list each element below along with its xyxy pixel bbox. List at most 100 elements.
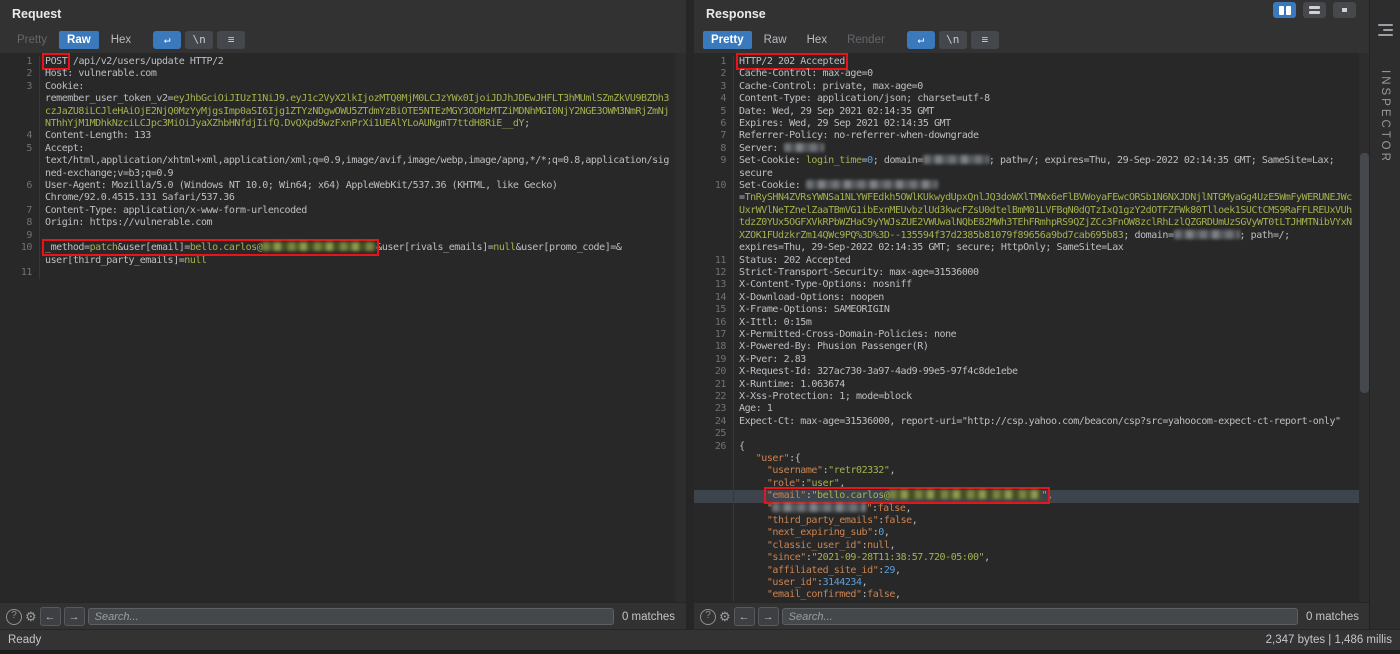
columns-view-button[interactable] (1273, 2, 1296, 18)
request-panel: Request Pretty Raw Hex ↵ \n ≡ 1POST /api… (0, 0, 686, 630)
single-view-button[interactable] (1333, 2, 1356, 18)
wrap-toggle-icon[interactable]: ↵ (153, 31, 181, 49)
request-tab-hex[interactable]: Hex (103, 31, 139, 49)
line-number: 19 (694, 354, 734, 366)
status-bar: Ready 2,347 bytes | 1,486 millis (0, 629, 1400, 650)
code-line: 2Cache-Control: max-age=0 (694, 68, 1370, 80)
request-tab-raw[interactable]: Raw (59, 31, 99, 49)
line-number: 6 (694, 118, 734, 130)
code-line: 11 (0, 267, 686, 279)
code-line: 3Cache-Control: private, max-age=0 (694, 81, 1370, 93)
code-line: 7Referrer-Policy: no-referrer-when-downg… (694, 130, 1370, 142)
line-number: 17 (694, 329, 734, 341)
line-number (694, 589, 734, 601)
request-search-input[interactable] (88, 608, 614, 625)
code-line: 15X-Frame-Options: SAMEORIGIN (694, 304, 1370, 316)
response-tab-raw[interactable]: Raw (756, 31, 795, 49)
line-number: 8 (694, 143, 734, 155)
newline-toggle-icon[interactable]: \n (939, 31, 967, 49)
code-line: 25 (694, 428, 1370, 440)
annotation-redbox: HTTP/2 202 Accepted (739, 56, 845, 67)
code-line: 24Expect-Ct: max-age=31536000, report-ur… (694, 416, 1370, 428)
code-line: "since":"2021-09-28T11:38:57.720-05:00", (694, 552, 1370, 564)
code-line: 6User-Agent: Mozilla/5.0 (Windows NT 10.… (0, 180, 686, 205)
gear-icon[interactable]: ⚙ (719, 610, 731, 624)
line-number: 9 (0, 230, 40, 242)
code-line: "username":"retr02332", (694, 465, 1370, 477)
code-line: 8Origin: https://vulnerable.com (0, 217, 686, 229)
line-number (694, 490, 734, 502)
response-search-input[interactable] (782, 608, 1298, 625)
request-title: Request (12, 7, 61, 21)
response-tab-pretty[interactable]: Pretty (703, 31, 752, 49)
line-number: 21 (694, 379, 734, 391)
annotation-redbox: _method=patch&user[email]=bello.carlos@ (45, 242, 376, 253)
redaction-blur (262, 242, 376, 251)
gear-icon[interactable]: ⚙ (25, 610, 37, 624)
code-line: 18X-Powered-By: Phusion Passenger(R) (694, 341, 1370, 353)
code-line: 26{ (694, 441, 1370, 453)
line-number: 5 (694, 106, 734, 118)
code-line: 20X-Request-Id: 327ac730-3a97-4ad9-99e5-… (694, 366, 1370, 378)
line-number: 15 (694, 304, 734, 316)
line-number: 7 (694, 130, 734, 142)
redaction-blur (923, 155, 989, 164)
line-number: 26 (694, 441, 734, 453)
code-line: "email":"bello.carlos@", (694, 490, 1370, 502)
line-number (694, 453, 734, 465)
line-number: 24 (694, 416, 734, 428)
line-number (694, 552, 734, 564)
annotation-redbox: POST (45, 56, 67, 67)
response-editor[interactable]: 1HTTP/2 202 Accepted2Cache-Control: max-… (694, 53, 1370, 602)
prev-match-button[interactable]: ← (734, 607, 755, 626)
redaction-blur (772, 503, 866, 512)
line-number (694, 540, 734, 552)
request-header: Request (0, 0, 686, 26)
response-tab-render[interactable]: Render (839, 31, 893, 49)
redaction-blur (1174, 230, 1240, 239)
request-editor[interactable]: 1POST /api/v2/users/update HTTP/22Host: … (0, 53, 686, 602)
inspector-collapse-icon[interactable] (1378, 24, 1393, 36)
line-number: 6 (0, 180, 40, 205)
code-line: "user_id":3144234, (694, 577, 1370, 589)
line-number: 4 (694, 93, 734, 105)
line-number: 3 (0, 81, 40, 131)
rows-view-button[interactable] (1303, 2, 1326, 18)
line-number: 2 (0, 68, 40, 80)
code-line: 6Expires: Wed, 29 Sep 2021 02:14:35 GMT (694, 118, 1370, 130)
inspector-sidebar: INSPECTOR (1369, 0, 1400, 630)
newline-toggle-icon[interactable]: \n (185, 31, 213, 49)
annotation-redbox: "email":"bello.carlos@" (767, 490, 1047, 501)
editor-menu-icon[interactable]: ≡ (971, 31, 999, 49)
response-match-count: 0 matches (1301, 611, 1364, 623)
burp-repeater-window: Request Pretty Raw Hex ↵ \n ≡ 1POST /api… (0, 0, 1400, 654)
code-line: 9Set-Cookie: login_time=0; domain=; path… (694, 155, 1370, 180)
prev-match-button[interactable]: ← (40, 607, 61, 626)
line-number: 9 (694, 155, 734, 180)
inspector-label[interactable]: INSPECTOR (1379, 70, 1391, 164)
editor-menu-icon[interactable]: ≡ (217, 31, 245, 49)
line-number: 18 (694, 341, 734, 353)
response-header: Response (694, 0, 1370, 26)
line-number: 22 (694, 391, 734, 403)
next-match-button[interactable]: → (64, 607, 85, 626)
request-tabbar: Pretty Raw Hex ↵ \n ≡ (0, 26, 686, 53)
code-line: "":false, (694, 503, 1370, 515)
help-icon[interactable]: ? (700, 609, 716, 625)
code-line: 5Accept: text/html,application/xhtml+xml… (0, 143, 686, 180)
request-scrollbar[interactable] (675, 53, 686, 602)
wrap-toggle-icon[interactable]: ↵ (907, 31, 935, 49)
code-line: 21X-Runtime: 1.063674 (694, 379, 1370, 391)
response-title: Response (706, 7, 766, 21)
help-icon[interactable]: ? (6, 609, 22, 625)
code-line: "affiliated_site_id":29, (694, 565, 1370, 577)
window-bottom-edge (0, 650, 1400, 654)
code-line: "classic_user_id":null, (694, 540, 1370, 552)
next-match-button[interactable]: → (758, 607, 779, 626)
response-tab-hex[interactable]: Hex (799, 31, 835, 49)
code-line: 23Age: 1 (694, 403, 1370, 415)
response-scrollbar-thumb[interactable] (1360, 153, 1369, 393)
code-line: 1HTTP/2 202 Accepted (694, 56, 1370, 68)
request-tab-pretty[interactable]: Pretty (9, 31, 55, 49)
code-line: 10Set-Cookie: =TnRySHN4ZVRsYWNSa1NLYWFEd… (694, 180, 1370, 254)
